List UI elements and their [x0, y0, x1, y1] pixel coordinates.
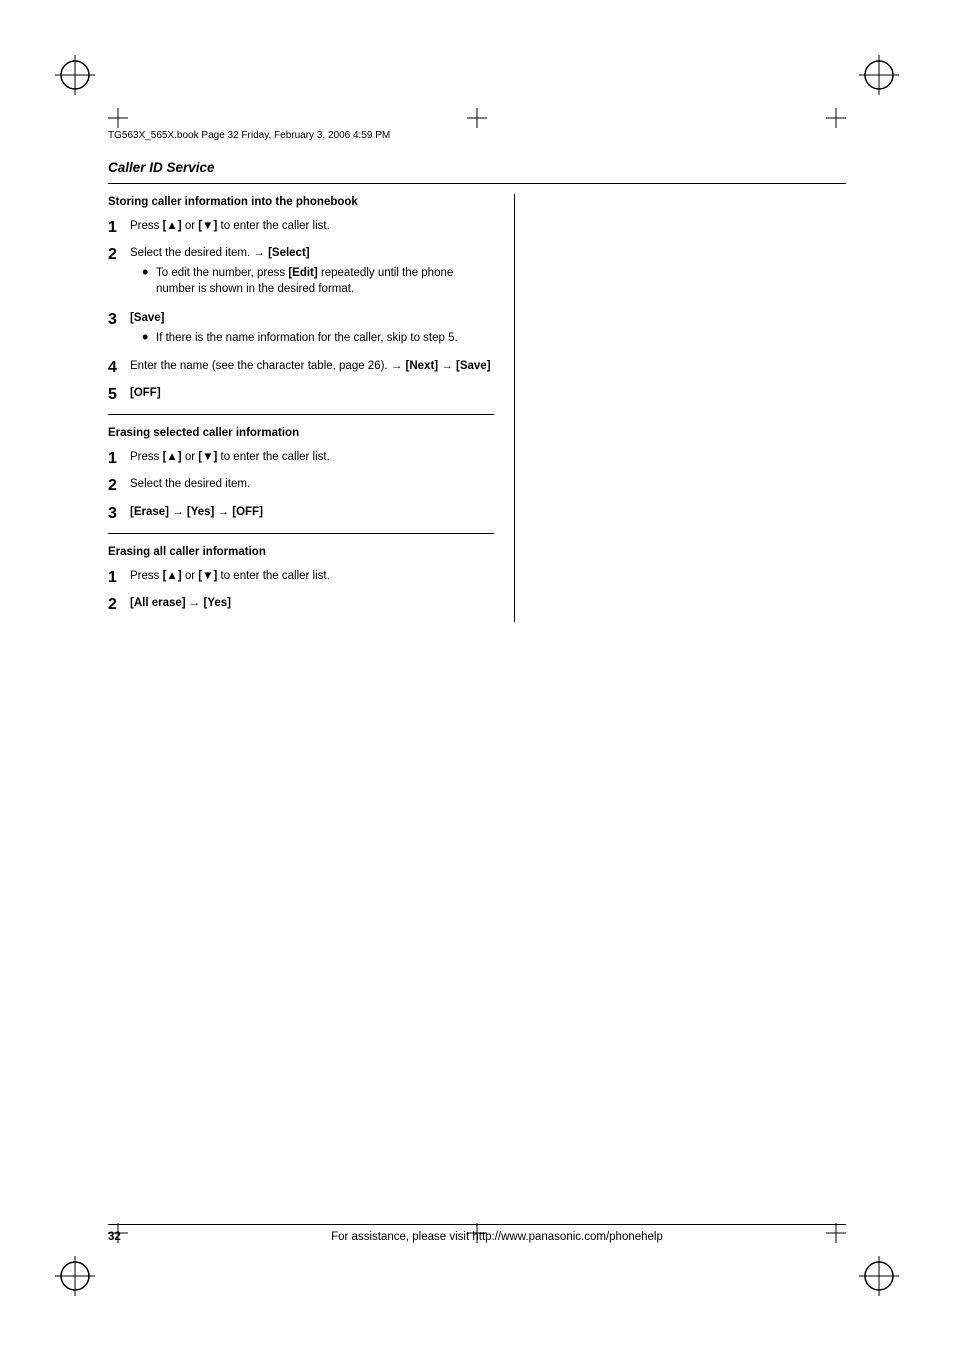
storing-section: Storing caller information into the phon…: [108, 194, 494, 404]
key-up-ea: [▲]: [163, 570, 182, 582]
sub-divider-1: [108, 414, 494, 415]
step-number-5: 5: [108, 385, 126, 404]
key-down-e: [▼]: [198, 451, 217, 463]
footer-assistance-text: For assistance, please visit http://www.…: [148, 1231, 846, 1243]
step-erase-sel-number-1: 1: [108, 449, 126, 468]
sub-divider-2: [108, 533, 494, 534]
step-erase-all-content-2: [All erase] → [Yes]: [130, 595, 494, 611]
step-erase-all-number-2: 2: [108, 595, 126, 614]
step-erase-sel-content-3: [Erase] → [Yes] → [OFF]: [130, 504, 494, 520]
corner-mark-bl: [55, 1256, 95, 1296]
step-store-3: 3 [Save] • If there is the name informat…: [108, 310, 494, 350]
key-down: [▼]: [198, 220, 217, 232]
bullet-item-3-1: • If there is the name information for t…: [142, 330, 494, 346]
section-title: Caller ID Service: [108, 160, 846, 175]
step-erase-sel-number-3: 3: [108, 504, 126, 523]
edge-mark-top-center: [467, 108, 487, 128]
key-up: [▲]: [163, 220, 182, 232]
step-erase-sel-3: 3 [Erase] → [Yes] → [OFF]: [108, 504, 494, 523]
two-col-layout: Storing caller information into the phon…: [108, 194, 846, 622]
bullet-list-2: • To edit the number, press [Edit] repea…: [142, 265, 494, 297]
step-erase-all-number-1: 1: [108, 568, 126, 587]
edge-mark-top-right: [826, 108, 846, 128]
step-store-5: 5 [OFF]: [108, 385, 494, 404]
step-content-4: Enter the name (see the character table,…: [130, 358, 494, 374]
key-save: [Save]: [130, 312, 165, 324]
bullet-list-3: • If there is the name information for t…: [142, 330, 494, 346]
step-content-2: Select the desired item. → [Select] • To…: [130, 245, 494, 301]
footer: 32 For assistance, please visit http://w…: [108, 1224, 846, 1243]
content-area: Caller ID Service Storing caller informa…: [108, 160, 846, 1191]
key-next: [Next]: [406, 360, 439, 372]
erasing-all-section: Erasing all caller information 1 Press […: [108, 544, 494, 614]
step-erase-sel-number-2: 2: [108, 476, 126, 495]
step-erase-sel-content-2: Select the desired item.: [130, 476, 494, 492]
step-content-5: [OFF]: [130, 385, 494, 401]
corner-mark-tr: [859, 55, 899, 95]
step-store-2: 2 Select the desired item. → [Select] • …: [108, 245, 494, 301]
step-number-3: 3: [108, 310, 126, 329]
key-select: [Select]: [268, 247, 310, 259]
bullet-item-2-1: • To edit the number, press [Edit] repea…: [142, 265, 494, 297]
key-edit: [Edit]: [288, 267, 317, 279]
step-number-4: 4: [108, 358, 126, 377]
erasing-selected-section: Erasing selected caller information 1 Pr…: [108, 425, 494, 523]
bullet-dot: •: [142, 263, 152, 281]
step-erase-sel-1: 1 Press [▲] or [▼] to enter the caller l…: [108, 449, 494, 468]
bullet-dot-3: •: [142, 328, 152, 346]
section-divider: [108, 183, 846, 184]
edge-mark-top-left: [108, 108, 128, 128]
key-up-e: [▲]: [163, 451, 182, 463]
bullet-text-2-1: To edit the number, press [Edit] repeate…: [156, 265, 494, 297]
key-save-4: [Save]: [456, 360, 491, 372]
bullet-text-3-1: If there is the name information for the…: [156, 330, 458, 346]
step-content-1: Press [▲] or [▼] to enter the caller lis…: [130, 218, 494, 234]
key-down-ea: [▼]: [198, 570, 217, 582]
step-store-4: 4 Enter the name (see the character tabl…: [108, 358, 494, 377]
step-erase-all-2: 2 [All erase] → [Yes]: [108, 595, 494, 614]
right-column: [514, 194, 846, 622]
step-erase-sel-2: 2 Select the desired item.: [108, 476, 494, 495]
key-off-5: [OFF]: [130, 387, 161, 399]
key-erase-yes-off: [Erase] → [Yes] → [OFF]: [130, 506, 263, 518]
storing-heading: Storing caller information into the phon…: [108, 194, 494, 210]
step-content-3: [Save] • If there is the name informatio…: [130, 310, 494, 350]
erasing-selected-heading: Erasing selected caller information: [108, 425, 494, 441]
step-erase-all-1: 1 Press [▲] or [▼] to enter the caller l…: [108, 568, 494, 587]
page: TG563X_565X.book Page 32 Friday, Februar…: [0, 0, 954, 1351]
header-line: TG563X_565X.book Page 32 Friday, Februar…: [108, 130, 846, 141]
erasing-all-heading: Erasing all caller information: [108, 544, 494, 560]
step-erase-sel-content-1: Press [▲] or [▼] to enter the caller lis…: [130, 449, 494, 465]
step-erase-all-content-1: Press [▲] or [▼] to enter the caller lis…: [130, 568, 494, 584]
step-store-1: 1 Press [▲] or [▼] to enter the caller l…: [108, 218, 494, 237]
footer-page-number: 32: [108, 1231, 148, 1243]
corner-mark-br: [859, 1256, 899, 1296]
step-number-2: 2: [108, 245, 126, 264]
left-column: Storing caller information into the phon…: [108, 194, 514, 622]
corner-mark-tl: [55, 55, 95, 95]
key-all-erase-yes: [All erase] → [Yes]: [130, 597, 231, 609]
step-number-1: 1: [108, 218, 126, 237]
header-text: TG563X_565X.book Page 32 Friday, Februar…: [108, 130, 390, 141]
